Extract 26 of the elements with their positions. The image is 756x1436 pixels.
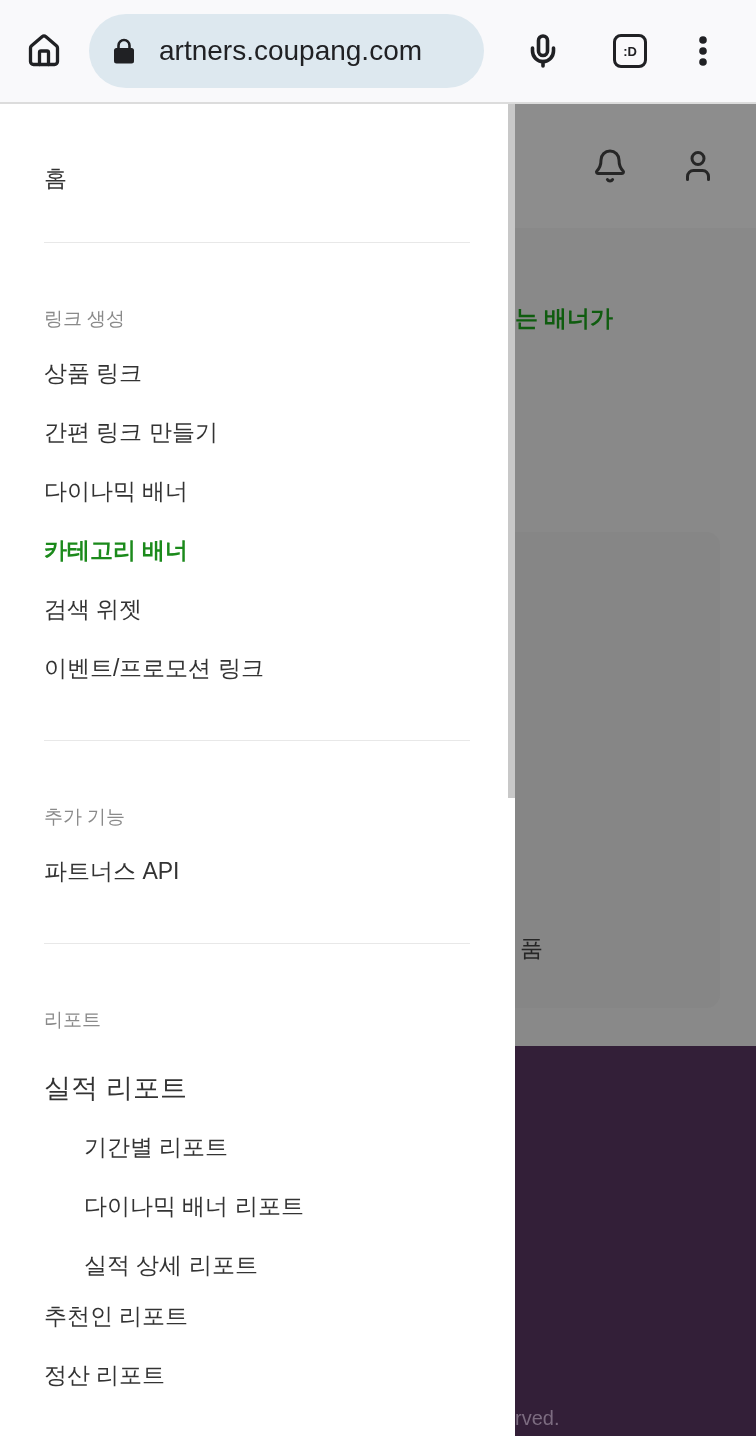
card-text: 품 <box>520 934 543 962</box>
menu-item[interactable]: 정산 리포트 <box>44 1346 166 1405</box>
tab-switcher-button[interactable]: :D <box>613 34 647 68</box>
copyright-text: rved. <box>515 1406 560 1430</box>
menu-item[interactable]: 홈 <box>44 149 67 208</box>
more-options-icon <box>699 36 707 66</box>
menu-item[interactable]: 간편 링크 만들기 <box>44 403 218 462</box>
notifications-button[interactable] <box>592 148 628 184</box>
menu-item[interactable]: 다이나믹 배너 <box>44 462 189 521</box>
section-title: 리포트 <box>44 1007 101 1032</box>
banner-heading: 는 배너가 <box>515 304 614 332</box>
menu-group-item[interactable]: 실적 리포트 <box>44 1059 187 1118</box>
section-title: 링크 생성 <box>44 306 126 331</box>
home-button[interactable] <box>26 33 62 69</box>
section-title: 추가 기능 <box>44 804 126 829</box>
lock-icon <box>113 38 135 64</box>
submenu-item[interactable]: 기간별 리포트 <box>84 1118 229 1177</box>
menu-item[interactable]: 이벤트/프로모션 링크 <box>44 639 264 698</box>
menu-item[interactable]: 카테고리 배너 <box>44 521 189 580</box>
menu-item[interactable]: 검색 위젯 <box>44 580 143 639</box>
submenu-item[interactable]: 다이나믹 배너 리포트 <box>84 1177 304 1236</box>
bell-icon <box>592 148 628 184</box>
address-bar[interactable]: artners.coupang.com <box>89 14 484 88</box>
home-icon <box>26 33 62 69</box>
menu-item[interactable]: 파트너스 API <box>44 842 180 901</box>
menu-item[interactable]: 상품 링크 <box>44 344 143 403</box>
